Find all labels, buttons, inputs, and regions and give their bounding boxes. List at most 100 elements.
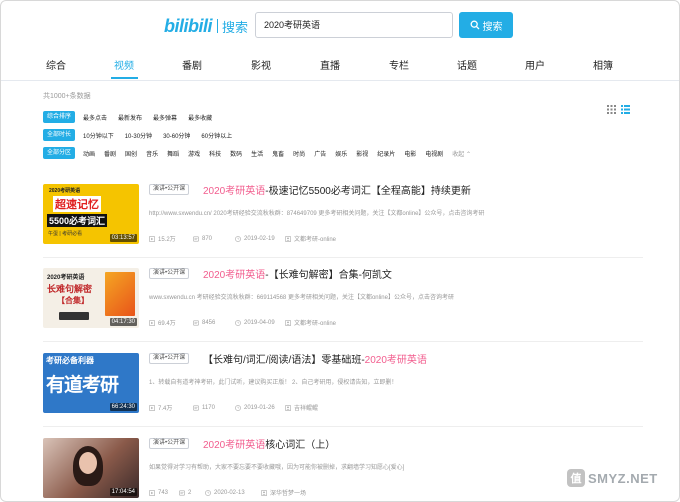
tab-all[interactable]: 综合 bbox=[46, 59, 66, 75]
search-input[interactable]: 2020考研英语 bbox=[255, 12, 453, 38]
filter-zone-selected[interactable]: 全部分区 bbox=[43, 147, 76, 159]
filter-order-selected[interactable]: 综合排序 bbox=[43, 111, 76, 123]
video-description: 1、转载自有道考神考研，此门试听，建议购买正版！ 2、自己考研用，侵权请告知，立… bbox=[149, 380, 398, 386]
list-view-icon[interactable] bbox=[621, 105, 630, 114]
uploader-name[interactable]: 吉祥鲲鲲 bbox=[294, 403, 318, 412]
video-title[interactable]: 2020考研英语-极速记忆5500必考词汇【全程高能】持续更新 bbox=[203, 182, 471, 197]
filter-zone-option[interactable]: 数码 bbox=[230, 149, 242, 158]
tab-bangumi[interactable]: 番剧 bbox=[182, 59, 202, 75]
tab-album[interactable]: 相簿 bbox=[593, 59, 613, 75]
play-count: 743 bbox=[158, 489, 169, 496]
category-tag[interactable]: 演讲•公开课 bbox=[149, 353, 190, 364]
filter-duration-option[interactable]: 60分钟以上 bbox=[201, 131, 232, 140]
collapse-label: 收起 bbox=[452, 151, 465, 158]
video-thumbnail[interactable]: 2020考研英语 超速记忆 5500必考词汇 午蛋 | 考研必看 03:13:5… bbox=[43, 184, 139, 244]
chevron-up-icon: ⌃ bbox=[465, 151, 471, 158]
category-tag[interactable]: 演讲•公开课 bbox=[149, 184, 190, 195]
filter-zone-option[interactable]: 国创 bbox=[125, 149, 137, 158]
filter-order-option[interactable]: 最多点击 bbox=[83, 113, 107, 122]
filter-zone-option[interactable]: 纪录片 bbox=[377, 149, 395, 158]
uploader-icon bbox=[261, 489, 267, 496]
search-button[interactable]: 搜索 bbox=[459, 12, 513, 38]
thumb-text: 超速记忆 bbox=[53, 196, 101, 212]
active-tab-indicator bbox=[111, 77, 138, 79]
video-title[interactable]: 【长难句/词汇/阅读/语法】零基础班-2020考研英语 bbox=[203, 351, 427, 366]
filter-zone-option[interactable]: 番剧 bbox=[104, 149, 116, 158]
video-meta: 15.2万 870 2019-02-19 文都考研-online bbox=[149, 234, 336, 243]
video-duration: 17:04:54 bbox=[109, 488, 137, 496]
grid-view-icon[interactable] bbox=[607, 105, 616, 114]
filter-zone-option[interactable]: 时尚 bbox=[293, 149, 305, 158]
video-description: www.sxwendu.cn 考研经验交流秋秋群：669114568 更多考研相… bbox=[149, 295, 454, 301]
tab-topic[interactable]: 话题 bbox=[457, 59, 477, 75]
video-thumbnail[interactable]: 2020考研英语 长难句解密 【合集】 04:17:30 bbox=[43, 268, 139, 328]
clock-icon bbox=[235, 235, 241, 242]
thumb-text: 2020考研英语 bbox=[47, 275, 85, 281]
video-meta: 69.4万 8456 2019-04-09 文都考研-online bbox=[149, 318, 336, 327]
book-cover-image bbox=[105, 272, 135, 316]
video-title[interactable]: 2020考研英语核心词汇（上） bbox=[203, 436, 335, 451]
filter-zone-option[interactable]: 科技 bbox=[209, 149, 221, 158]
category-tag[interactable]: 演讲•公开课 bbox=[149, 268, 190, 279]
filter-duration-option[interactable]: 10-30分钟 bbox=[125, 131, 152, 140]
filter-duration-option[interactable]: 30-60分钟 bbox=[163, 131, 190, 140]
watermark-badge: 值 bbox=[567, 469, 585, 487]
filter-order-option[interactable]: 最新发布 bbox=[118, 113, 142, 122]
view-toggle bbox=[607, 105, 630, 114]
play-count: 69.4万 bbox=[158, 321, 176, 327]
upload-date: 2019-02-19 bbox=[244, 235, 275, 242]
filter-duration-selected[interactable]: 全部时长 bbox=[43, 129, 76, 141]
tab-article[interactable]: 专栏 bbox=[389, 59, 409, 75]
video-thumbnail[interactable]: 考研必备利器 有道考研 66:24:30 bbox=[43, 353, 139, 413]
video-duration: 66:24:30 bbox=[109, 403, 137, 411]
video-description: http://www.sxwendu.cn/ 2020考研经验交流秋秋群：874… bbox=[149, 211, 485, 217]
portrait-face bbox=[79, 452, 97, 474]
logo-divider bbox=[217, 19, 218, 33]
filter-zone-row: 全部分区 动画 番剧 国创 音乐 舞蹈 游戏 科技 数码 生活 鬼畜 时尚 广告… bbox=[43, 147, 471, 159]
divider bbox=[43, 257, 643, 258]
filter-collapse-button[interactable]: 收起 ⌃ bbox=[452, 149, 471, 158]
filter-zone-option[interactable]: 娱乐 bbox=[335, 149, 347, 158]
video-title[interactable]: 2020考研英语-【长难句解密】合集-何凯文 bbox=[203, 266, 392, 281]
filter-duration-row: 全部时长 10分钟以下 10-30分钟 30-60分钟 60分钟以上 bbox=[43, 129, 243, 141]
clock-icon bbox=[205, 489, 211, 496]
site-watermark: 值 SMYZ.NET bbox=[567, 469, 658, 487]
danmaku-icon bbox=[179, 490, 185, 495]
filter-zone-option[interactable]: 电影 bbox=[404, 149, 416, 158]
danmaku-icon bbox=[193, 320, 199, 325]
video-duration: 03:13:57 bbox=[109, 234, 137, 242]
filter-zone-option[interactable]: 生活 bbox=[251, 149, 263, 158]
tab-live[interactable]: 直播 bbox=[320, 59, 340, 75]
filter-zone-option[interactable]: 电视剧 bbox=[425, 149, 443, 158]
result-count: 共1000+条数据 bbox=[43, 93, 91, 100]
filter-zone-option[interactable]: 鬼畜 bbox=[272, 149, 284, 158]
category-tag[interactable]: 演讲•公开课 bbox=[149, 438, 190, 449]
tab-movie[interactable]: 影视 bbox=[251, 59, 271, 75]
bilibili-logo[interactable]: bilibili 搜索 bbox=[164, 15, 248, 37]
page-frame: bilibili 搜索 2020考研英语 搜索 综合 视频 番剧 影视 直播 专… bbox=[0, 0, 680, 502]
video-thumbnail[interactable]: 17:04:54 bbox=[43, 438, 139, 498]
uploader-name[interactable]: 文都考研-online bbox=[294, 234, 336, 243]
tab-user[interactable]: 用户 bbox=[525, 59, 545, 75]
play-count-icon bbox=[149, 404, 155, 411]
thumb-text: 考研必备利器 bbox=[46, 356, 94, 365]
video-description: 如果觉得对学习有帮助，大家不要忘要不要收藏哦，因为可能你被删掉，求翻墙学习知愿心… bbox=[149, 465, 405, 471]
filter-zone-option[interactable]: 舞蹈 bbox=[167, 149, 179, 158]
upload-date: 2019-01-26 bbox=[244, 404, 275, 411]
uploader-name[interactable]: 深华哲梦一场 bbox=[270, 488, 306, 497]
tab-video[interactable]: 视频 bbox=[114, 59, 134, 75]
filter-zone-option[interactable]: 影视 bbox=[356, 149, 368, 158]
danmaku-count: 2 bbox=[188, 489, 192, 496]
filter-order-option[interactable]: 最多弹幕 bbox=[153, 113, 177, 122]
thumb-decoration bbox=[59, 312, 89, 320]
divider bbox=[43, 426, 643, 427]
filter-zone-option[interactable]: 音乐 bbox=[146, 149, 158, 158]
filter-zone-option[interactable]: 游戏 bbox=[188, 149, 200, 158]
filter-duration-option[interactable]: 10分钟以下 bbox=[83, 131, 114, 140]
filter-zone-option[interactable]: 广告 bbox=[314, 149, 326, 158]
filter-order-option[interactable]: 最多收藏 bbox=[188, 113, 212, 122]
danmaku-icon bbox=[193, 236, 199, 241]
uploader-name[interactable]: 文都考研-online bbox=[294, 318, 336, 327]
filter-zone-option[interactable]: 动画 bbox=[83, 149, 95, 158]
danmaku-count: 870 bbox=[202, 235, 213, 242]
